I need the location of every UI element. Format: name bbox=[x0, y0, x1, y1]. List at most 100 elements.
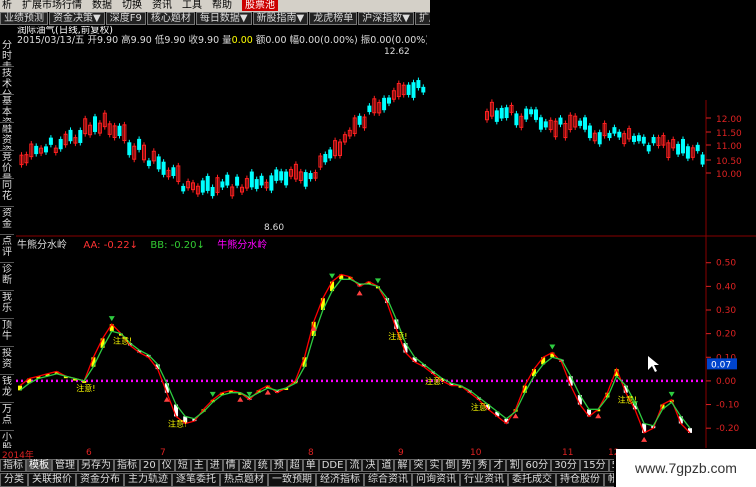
indicator-tab-14[interactable]: 超 bbox=[286, 459, 303, 472]
menu-item-2[interactable]: 数据 bbox=[92, 0, 112, 11]
indicator-tab-30[interactable]: 15分 bbox=[579, 459, 609, 472]
candle-body bbox=[235, 176, 240, 186]
info-tab-10[interactable]: 行业资讯 bbox=[460, 473, 508, 487]
candle-body bbox=[494, 110, 499, 122]
toolbar-button-5[interactable]: 新股指南▼ bbox=[252, 12, 309, 25]
indicator-tab-26[interactable]: 才 bbox=[490, 459, 507, 472]
left-tab-2[interactable]: 基本资料 bbox=[0, 96, 14, 123]
left-tab-4[interactable]: 竞价量迹 bbox=[0, 152, 14, 179]
indicator-tab-5[interactable]: 20 bbox=[140, 459, 159, 472]
candle-body bbox=[254, 179, 259, 189]
candle-body bbox=[58, 138, 63, 150]
indicator-tab-6[interactable]: 仪 bbox=[158, 459, 175, 472]
indicator-tab-2[interactable]: 管理 bbox=[52, 459, 78, 472]
menu-item-0[interactable]: 析 bbox=[2, 0, 12, 11]
indicator-tab-16[interactable]: DDE bbox=[318, 459, 347, 472]
toolbar-button-0[interactable]: 业绩预测 bbox=[0, 12, 48, 25]
indicator-tab-3[interactable]: 另存为 bbox=[78, 459, 114, 472]
left-side-tabs: 分时走势技术分析基本资料融资资金竞价量迹同花资金点评诊断我乐顶牛投资钱龙万点小股 bbox=[0, 40, 16, 459]
indicator-tab-20[interactable]: 解 bbox=[394, 459, 411, 472]
candle-body bbox=[200, 180, 205, 193]
candle-body bbox=[161, 161, 166, 175]
info-tab-6[interactable]: 一致预期 bbox=[268, 473, 316, 487]
indicator-tab-1[interactable]: 模板 bbox=[26, 459, 52, 472]
menu-item-6[interactable]: 帮助 bbox=[212, 0, 232, 11]
menu-item-3[interactable]: 切换 bbox=[122, 0, 142, 11]
toolbar-button-6[interactable]: 龙虎榜单 bbox=[309, 12, 358, 25]
menu-item-1[interactable]: 扩展市场行情 bbox=[22, 0, 82, 11]
left-tab-13[interactable]: 万点 bbox=[0, 404, 14, 431]
info-tab-1[interactable]: 关联报价 bbox=[28, 473, 76, 487]
left-tab-8[interactable]: 诊断 bbox=[0, 264, 14, 291]
left-tab-12[interactable]: 钱龙 bbox=[0, 376, 14, 403]
indicator-tab-31[interactable]: 5分 bbox=[608, 459, 614, 472]
toolbar-button-1[interactable]: 资金决策▼ bbox=[49, 12, 105, 25]
candle-body bbox=[328, 149, 333, 159]
indicator-tab-27[interactable]: 割 bbox=[506, 459, 523, 472]
left-tab-9[interactable]: 我乐 bbox=[0, 292, 14, 319]
candle-body bbox=[676, 143, 681, 155]
indicator-tab-12[interactable]: 统 bbox=[254, 459, 271, 472]
indicator-y-tick: 0.20 bbox=[716, 330, 736, 340]
info-tab-12[interactable]: 持仓股份 bbox=[556, 473, 604, 487]
info-tab-7[interactable]: 经济指标 bbox=[316, 473, 364, 487]
bb-legend: BB: -0.20 bbox=[150, 240, 197, 251]
indicator-tab-18[interactable]: 决 bbox=[362, 459, 379, 472]
candle-body bbox=[220, 181, 225, 188]
attention-label: 注意! bbox=[76, 383, 95, 393]
buy-arrow-icon bbox=[237, 396, 244, 402]
left-tab-10[interactable]: 顶牛 bbox=[0, 320, 14, 347]
toolbar-button-3[interactable]: 核心题材 bbox=[146, 12, 195, 25]
info-tab-5[interactable]: 热点题材 bbox=[220, 473, 268, 487]
info-tab-0[interactable]: 分类 bbox=[0, 473, 28, 487]
candlesticks bbox=[19, 77, 705, 199]
indicator-tab-0[interactable]: 指标 bbox=[0, 459, 26, 472]
left-tab-0[interactable]: 分时走势 bbox=[0, 40, 14, 67]
info-tab-11[interactable]: 委托成交 bbox=[508, 473, 556, 487]
indicator-tab-22[interactable]: 实 bbox=[426, 459, 443, 472]
indicator-tab-24[interactable]: 势 bbox=[458, 459, 475, 472]
toolbar-button-7[interactable]: 沪深指数▼ bbox=[358, 12, 414, 25]
candle-body bbox=[181, 185, 186, 192]
buy-arrow-icon bbox=[356, 290, 363, 296]
stock-pool-button[interactable]: 股票池 bbox=[242, 0, 278, 11]
left-tab-5[interactable]: 同花 bbox=[0, 180, 14, 207]
toolbar-button-2[interactable]: 深度F9 bbox=[105, 12, 146, 25]
indicator-tab-8[interactable]: 主 bbox=[190, 459, 207, 472]
menu-item-4[interactable]: 资讯 bbox=[152, 0, 172, 11]
info-tabs: 分类 关联报价 资金分布 主力轨迹 逐笔委托 热点题材 一致预期 经济指标 综合资讯 问询资讯 行业… bbox=[0, 473, 614, 487]
indicator-tab-7[interactable]: 短 bbox=[174, 459, 191, 472]
toolbar-button-8[interactable]: 扩展行情▼ bbox=[414, 12, 430, 25]
indicator-tab-10[interactable]: 情 bbox=[222, 459, 239, 472]
candle-body bbox=[514, 113, 519, 126]
indicator-tab-28[interactable]: 60分 bbox=[522, 459, 552, 472]
left-tab-1[interactable]: 技术分析 bbox=[0, 68, 14, 95]
info-tab-3[interactable]: 主力轨迹 bbox=[124, 473, 172, 487]
info-tab-9[interactable]: 问询资讯 bbox=[412, 473, 460, 487]
left-tab-6[interactable]: 资金 bbox=[0, 208, 14, 235]
info-tab-13[interactable]: 帐户资金 bbox=[604, 473, 614, 487]
indicator-tab-15[interactable]: 单 bbox=[302, 459, 319, 472]
indicator-tab-19[interactable]: 道 bbox=[378, 459, 395, 472]
candle-body bbox=[636, 135, 641, 142]
indicator-tab-29[interactable]: 30分 bbox=[551, 459, 580, 472]
indicator-tab-23[interactable]: 倒 bbox=[442, 459, 459, 472]
toolbar-button-4[interactable]: 每日数据▼ bbox=[195, 12, 252, 25]
left-tab-7[interactable]: 点评 bbox=[0, 236, 14, 263]
indicator-tab-4[interactable]: 指标 bbox=[114, 459, 140, 472]
indicator-tab-13[interactable]: 预 bbox=[270, 459, 287, 472]
candle-body bbox=[303, 172, 308, 187]
candle-body bbox=[78, 130, 83, 143]
indicator-tab-21[interactable]: 突 bbox=[410, 459, 427, 472]
indicator-tab-9[interactable]: 进 bbox=[206, 459, 223, 472]
left-tab-3[interactable]: 融资资金 bbox=[0, 124, 14, 151]
info-tab-4[interactable]: 逐笔委托 bbox=[172, 473, 220, 487]
info-tab-8[interactable]: 综合资讯 bbox=[364, 473, 412, 487]
menu-item-5[interactable]: 工具 bbox=[182, 0, 202, 11]
left-tab-11[interactable]: 投资 bbox=[0, 348, 14, 375]
indicator-tab-11[interactable]: 波 bbox=[238, 459, 255, 472]
sell-arrow-icon bbox=[668, 391, 675, 397]
info-tab-2[interactable]: 资金分布 bbox=[76, 473, 124, 487]
indicator-tab-17[interactable]: 流 bbox=[346, 459, 363, 472]
indicator-tab-25[interactable]: 秀 bbox=[474, 459, 491, 472]
